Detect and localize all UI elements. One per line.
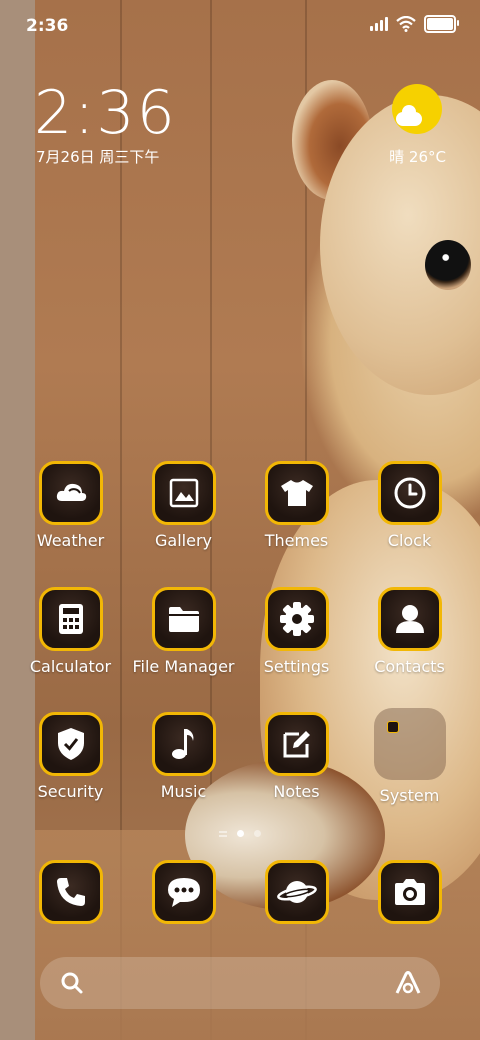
app-file-manager[interactable]: File Manager	[127, 587, 240, 676]
app-label: Themes	[264, 531, 329, 550]
clock-icon	[377, 461, 442, 525]
app-notes[interactable]: Notes	[240, 712, 353, 801]
app-themes[interactable]: Themes	[240, 461, 353, 550]
person-icon	[377, 587, 442, 651]
app-label: Music	[160, 782, 207, 801]
status-bar: 2:36	[0, 0, 480, 50]
gallery-icon	[151, 461, 216, 525]
dock-phone[interactable]	[14, 860, 127, 924]
clock-widget-date[interactable]: 7月26日 周三下午	[36, 146, 159, 167]
home-screen: 2:36 2:36 7月26日 周三下午 晴 26°C Weather Gall…	[0, 0, 480, 1040]
app-label: System	[379, 786, 440, 805]
page-indicator[interactable]	[0, 830, 480, 837]
app-label: Gallery	[155, 531, 212, 550]
app-gallery[interactable]: Gallery	[127, 461, 240, 550]
folder-icon	[151, 587, 216, 651]
calculator-icon	[38, 587, 103, 651]
app-label: Clock	[387, 531, 432, 550]
app-label: Security	[37, 782, 104, 801]
status-time: 2:36	[26, 16, 69, 36]
music-note-icon	[151, 712, 216, 776]
assistant-icon[interactable]	[394, 970, 422, 996]
app-calculator[interactable]: Calculator	[14, 587, 127, 676]
chat-icon	[151, 860, 216, 924]
note-pencil-icon	[264, 712, 329, 776]
tshirt-icon	[264, 461, 329, 525]
weather-text: 晴 26°C	[389, 148, 446, 166]
app-clock[interactable]: Clock	[353, 461, 466, 550]
planet-icon	[264, 860, 329, 924]
folder-icon	[373, 708, 446, 780]
search-icon[interactable]	[60, 971, 84, 995]
page-dot-active	[237, 830, 244, 837]
app-contacts[interactable]: Contacts	[353, 587, 466, 676]
app-label: File Manager	[132, 657, 235, 676]
app-label: Weather	[36, 531, 105, 550]
dock-camera[interactable]	[353, 860, 466, 924]
weather-icon	[38, 461, 103, 525]
phone-icon	[38, 860, 103, 924]
app-music[interactable]: Music	[127, 712, 240, 801]
app-security[interactable]: Security	[14, 712, 127, 801]
gear-icon	[264, 587, 329, 651]
app-settings[interactable]: Settings	[240, 587, 353, 676]
page-dot	[254, 830, 261, 837]
app-label: Contacts	[374, 657, 445, 676]
signal-icon	[370, 17, 388, 31]
app-weather[interactable]: Weather	[14, 461, 127, 550]
battery-icon	[424, 15, 459, 33]
search-bar[interactable]	[40, 957, 440, 1009]
page-indicator-lines	[219, 830, 227, 837]
app-label: Calculator	[29, 657, 112, 676]
weather-widget[interactable]: 晴 26°C	[356, 84, 446, 174]
app-label: Notes	[273, 782, 320, 801]
app-label: Settings	[263, 657, 330, 676]
folder-system[interactable]: System	[353, 708, 466, 805]
shield-icon	[38, 712, 103, 776]
wifi-icon	[396, 16, 416, 32]
dock-messages[interactable]	[127, 860, 240, 924]
clock-widget-time[interactable]: 2:36	[34, 78, 177, 148]
dock-browser[interactable]	[240, 860, 353, 924]
camera-icon	[377, 860, 442, 924]
